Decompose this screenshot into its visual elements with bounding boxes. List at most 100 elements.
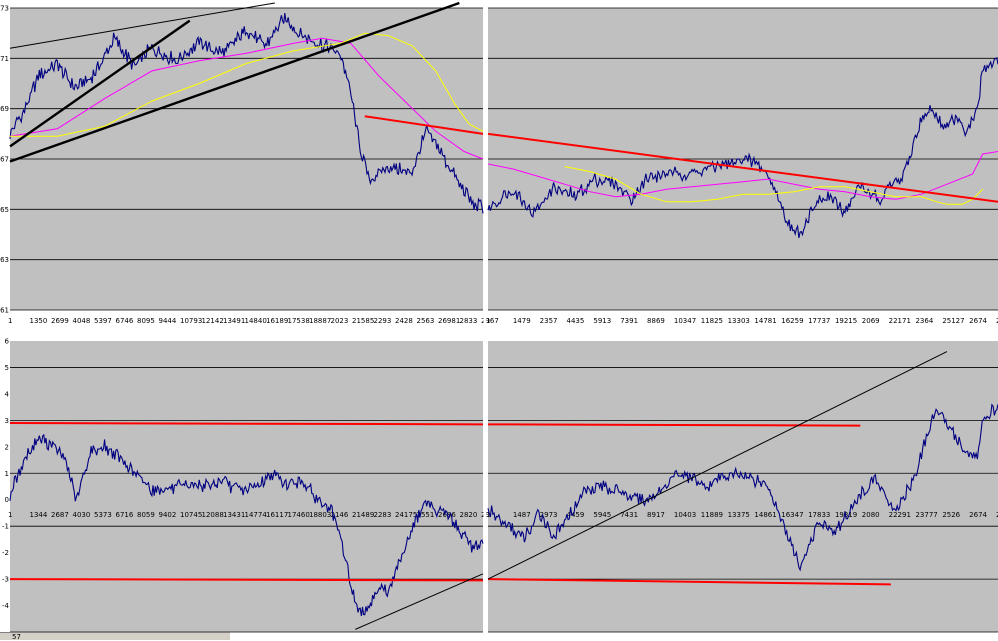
y-tick-label: 67 (0, 156, 9, 164)
x-tick-label: 8059 (137, 511, 155, 519)
status-bar: 57 (0, 632, 230, 641)
x-tick-label: 2833 (460, 317, 478, 325)
x-tick-label: 1 (8, 511, 12, 519)
x-tick-label: 2080 (862, 511, 880, 519)
y-tick-label: 4 (5, 390, 10, 398)
trend-redline[interactable] (9, 422, 484, 426)
y-tick-label: -1 (2, 523, 9, 531)
x-tick-label: 16117 (266, 511, 288, 519)
multi-chart-workspace: 1 1350 2699 4048 5397 6746 8095 9444 10793 12142 1… (0, 0, 998, 633)
y-tick-label: -4 (2, 602, 10, 610)
y-tick-label: 2 (5, 443, 9, 451)
x-tick-label: 14774 (245, 511, 268, 519)
x-tick-label: 9402 (159, 511, 177, 519)
x-tick-label: 7391 (620, 317, 638, 325)
x-tick-label: 13491 (223, 317, 245, 325)
x-tick-label: 2023 (331, 317, 349, 325)
chart-panel-top-right[interactable]: 1 1479 2357 4435 5913 7391 8869 10347 11825 13303… (486, 7, 998, 325)
x-tick-label: 19215 (835, 317, 857, 325)
x-tick-label: 16259 (781, 317, 803, 325)
x-tick-label: 2069 (862, 317, 880, 325)
y-tick-label: 1 (5, 470, 9, 478)
x-tick-label: 17833 (808, 511, 830, 519)
x-tick-label: 10745 (180, 511, 202, 519)
x-tick-label: 6716 (116, 511, 134, 519)
y-tick-label: 5 (5, 364, 9, 372)
x-tick-label: 13375 (728, 511, 750, 519)
x-tick-label: 17737 (808, 317, 830, 325)
y-tick-label: 0 (5, 496, 9, 504)
x-tick-label: 16347 (781, 511, 803, 519)
x-tick-label: 25127 (942, 317, 964, 325)
x-tick-label: 21585 (352, 317, 374, 325)
x-tick-label: 13303 (728, 317, 750, 325)
x-tick-label: 4030 (73, 511, 91, 519)
x-tick-label: 12142 (202, 317, 224, 325)
x-tick-label: 2699 (51, 317, 69, 325)
x-tick-label: 1487 (513, 511, 531, 519)
x-tick-label: 1479 (513, 317, 531, 325)
x-tick-label: 8095 (137, 317, 155, 325)
x-tick-label: 2563 (417, 317, 435, 325)
x-tick-label: 10793 (180, 317, 202, 325)
x-tick-label: 2526 (942, 511, 960, 519)
chart-panel-top-left[interactable]: 1 1350 2699 4048 5397 6746 8095 9444 10793 12142 1… (0, 1, 499, 325)
x-tick-label: 4435 (567, 317, 585, 325)
x-tick-label: 10347 (674, 317, 696, 325)
y-tick-label: 65 (0, 206, 9, 214)
x-tick-label: 11825 (701, 317, 723, 325)
x-tick-label: 2820 (460, 511, 478, 519)
x-tick-label: 14861 (754, 511, 776, 519)
x-tick-label: 22291 (889, 511, 911, 519)
x-tick-label: 8869 (647, 317, 665, 325)
y-tick-label: 71 (0, 55, 9, 63)
x-tick-label: 18887 (309, 317, 331, 325)
x-tick-label: 2293 (374, 317, 392, 325)
trend-redline[interactable] (9, 578, 484, 582)
x-tick-label: 16189 (266, 317, 288, 325)
x-tick-label: 2357 (540, 317, 558, 325)
y-tick-label: 61 (0, 307, 9, 315)
trend-redline[interactable] (487, 423, 861, 427)
y-tick-label: 3 (5, 417, 9, 425)
x-tick-label: 5945 (593, 511, 611, 519)
y-tick-label: -3 (2, 576, 9, 584)
x-tick-label: 24175 (395, 511, 417, 519)
x-tick-label: 12088 (202, 511, 224, 519)
chart-panel-bottom-left[interactable]: 1 1344 2687 4030 5373 6716 8059 9402 10745 12088 1… (2, 338, 499, 633)
x-tick-label: 14781 (754, 317, 776, 325)
x-tick-label: 22171 (889, 317, 911, 325)
x-tick-label: 5373 (94, 511, 112, 519)
y-tick-label: -2 (2, 549, 9, 557)
x-tick-label: 2428 (395, 317, 413, 325)
y-tick-label: 73 (0, 5, 9, 13)
x-tick-label: 2674 (969, 511, 987, 519)
x-tick-label: 21489 (352, 511, 374, 519)
x-tick-label: 26981 (438, 317, 460, 325)
y-tick-label: 63 (0, 256, 9, 264)
x-tick-label: 4048 (73, 317, 91, 325)
x-tick-label: 14840 (245, 317, 267, 325)
x-tick-label: 1 (8, 317, 12, 325)
x-tick-label: 9444 (159, 317, 177, 325)
x-tick-label: 2364 (915, 317, 933, 325)
y-tick-label: 69 (0, 105, 9, 113)
x-tick-label: 1350 (30, 317, 48, 325)
x-tick-label: 11889 (701, 511, 723, 519)
x-tick-label: 10403 (674, 511, 696, 519)
plot-area (488, 341, 998, 632)
plot-area (10, 341, 483, 632)
chart-panel-bottom-right[interactable]: 1 1487 2973 4459 5945 7431 8917 10403 11889 13375… (486, 341, 998, 633)
x-tick-label: 1 (486, 317, 490, 325)
x-tick-label: 2687 (51, 511, 69, 519)
x-tick-label: 8917 (647, 511, 665, 519)
x-tick-label: 17460 (288, 511, 310, 519)
x-tick-label: 13431 (223, 511, 245, 519)
x-tick-label: 6746 (116, 317, 134, 325)
y-tick-label: 6 (5, 338, 10, 346)
x-tick-label: 5397 (94, 317, 112, 325)
x-tick-label: 23777 (915, 511, 937, 519)
x-tick-label: 1344 (30, 511, 48, 519)
x-tick-label: 2674 (969, 317, 987, 325)
x-tick-label: 2283 (374, 511, 392, 519)
